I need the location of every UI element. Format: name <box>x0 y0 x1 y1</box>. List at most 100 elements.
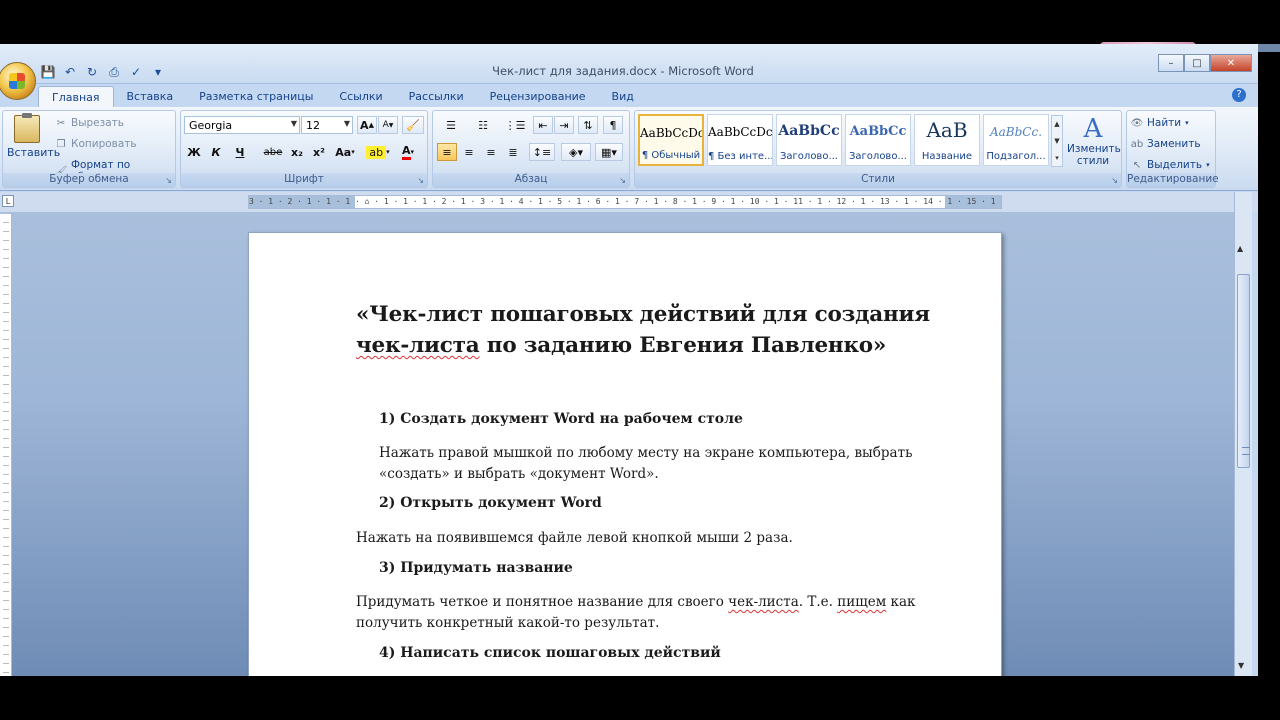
shading-button[interactable]: ◈▾ <box>561 143 591 161</box>
numbering-icon: ☷ <box>478 118 488 132</box>
grow-font-label: A <box>360 118 369 132</box>
scroll-up-icon[interactable]: ▲ <box>1237 244 1243 253</box>
borders-button[interactable]: ▦▾ <box>595 143 623 161</box>
find-button[interactable]: 👁 Найти ▾ <box>1131 117 1189 129</box>
increase-indent-icon: ⇥ <box>559 118 569 132</box>
window-controls: – □ ✕ <box>1158 54 1252 72</box>
scroll-down-icon[interactable]: ▼ <box>1238 661 1244 670</box>
paint-bucket-icon: ◈▾ <box>569 145 583 159</box>
tab-selector-icon[interactable]: L <box>2 195 14 207</box>
tab-references[interactable]: Ссылки <box>326 86 395 108</box>
style-sample: AaBbCc <box>778 123 840 139</box>
align-left-button[interactable]: ≡ <box>437 143 457 161</box>
sort-icon: ⇅ <box>583 118 593 132</box>
strikethrough-button[interactable]: abe <box>261 143 285 161</box>
select-button[interactable]: ↖ Выделить ▾ <box>1131 159 1210 171</box>
help-icon[interactable]: ? <box>1232 88 1246 102</box>
shrink-font-button[interactable]: A ▼ <box>378 116 398 134</box>
style-name: Заголово... <box>780 151 838 162</box>
change-case-button[interactable]: Aa ▾ <box>331 143 359 161</box>
show-marks-button[interactable]: ¶ <box>603 116 623 134</box>
underline-button[interactable]: Ч <box>229 143 251 161</box>
multilevel-list-button[interactable]: ⋮☰ <box>501 116 529 134</box>
title-text: «Чек-лист пошаговых действий для создани… <box>356 302 930 327</box>
bullets-icon: ☰ <box>446 118 456 132</box>
dialog-launcher-icon[interactable]: ↘ <box>619 176 626 185</box>
paste-button[interactable]: Вставить <box>7 113 60 159</box>
clipboard-icon <box>14 113 40 143</box>
step-text: «создать» и выбрать «документ Word». <box>379 466 659 482</box>
find-label: Найти <box>1147 117 1182 129</box>
editing-group: 👁 Найти ▾ ab Заменить ↖ Выделить ▾ Редакти… <box>1126 110 1219 188</box>
style-sample: AaBbCc. <box>989 125 1043 139</box>
vertical-scrollbar[interactable]: ▲ ▼ <box>1234 192 1252 676</box>
line-spacing-button[interactable]: ↕≡ <box>529 143 555 161</box>
style-title[interactable]: AaB Название <box>914 114 980 166</box>
dialog-launcher-icon[interactable]: ↘ <box>417 176 424 185</box>
editing-group-label: Редактирование <box>1127 173 1219 187</box>
tab-home[interactable]: Главная <box>38 86 114 108</box>
tab-insert[interactable]: Вставка <box>114 86 187 108</box>
font-color-button[interactable]: A ▾ <box>394 143 422 161</box>
numbering-button[interactable]: ☷ <box>469 116 497 134</box>
justify-icon: ≣ <box>508 145 518 159</box>
office-button[interactable] <box>0 62 36 100</box>
tab-page-layout[interactable]: Разметка страницы <box>186 86 326 108</box>
copy-button[interactable]: ❐ Копировать <box>55 138 137 150</box>
bullets-button[interactable]: ☰ <box>437 116 465 134</box>
align-right-icon: ≡ <box>486 145 496 159</box>
title-bar: 💾 ↶ ↻ ⎙ ✓ ▾ Чек-лист для задания.docx - … <box>0 44 1258 84</box>
highlighter-icon: ab <box>366 145 387 159</box>
style-heading-2[interactable]: AaBbCc Заголово... <box>845 114 911 166</box>
font-size-combo[interactable]: 12 ▼ <box>301 116 353 134</box>
style-no-spacing[interactable]: AaBbCcDc ¶ Без инте... <box>707 114 773 166</box>
align-right-button[interactable]: ≡ <box>481 143 501 161</box>
style-normal[interactable]: AaBbCcDc ¶ Обычный <box>638 114 704 166</box>
change-styles-button[interactable]: A Изменить стили <box>1067 115 1121 167</box>
binoculars-icon: 👁 <box>1130 117 1144 129</box>
cut-button[interactable]: ✂ Вырезать <box>55 117 124 129</box>
font-group-label: Шрифт <box>181 173 427 187</box>
grow-font-button[interactable]: A ▲ <box>357 116 377 134</box>
highlight-button[interactable]: ab ▾ <box>364 143 392 161</box>
superscript-button[interactable]: x² <box>309 143 329 161</box>
styles-gallery-scroll[interactable]: ▲ ▼ ▾ <box>1051 115 1063 167</box>
scroll-thumb[interactable] <box>1237 274 1250 468</box>
spelling-error-text: пищем <box>837 594 887 610</box>
step-heading: 4) Написать список пошаговых действий <box>379 645 721 661</box>
tab-view[interactable]: Вид <box>599 86 647 108</box>
clipboard-group: Вставить ✂ Вырезать ❐ Копировать 🖌 Форма… <box>2 110 176 188</box>
style-subtitle[interactable]: AaBbCc. Подзагол... <box>983 114 1049 166</box>
justify-button[interactable]: ≣ <box>503 143 523 161</box>
style-name: ¶ Без инте... <box>708 151 772 162</box>
bold-button[interactable]: Ж <box>185 143 203 161</box>
dialog-launcher-icon[interactable]: ↘ <box>165 176 172 185</box>
subscript-button[interactable]: x₂ <box>287 143 307 161</box>
tab-mailings[interactable]: Рассылки <box>396 86 477 108</box>
style-heading-1[interactable]: AaBbCc Заголово... <box>776 114 842 166</box>
clear-formatting-button[interactable]: 🧹 <box>402 116 424 134</box>
increase-indent-button[interactable]: ⇥ <box>554 116 574 134</box>
sort-button[interactable]: ⇅ <box>578 116 598 134</box>
step-heading: 3) Придумать название <box>379 560 573 576</box>
step-text: получить конкретный какой-то результат. <box>356 615 660 631</box>
vertical-ruler[interactable] <box>0 214 12 676</box>
dialog-launcher-icon[interactable]: ↘ <box>1111 176 1118 185</box>
maximize-button[interactable]: □ <box>1184 54 1210 72</box>
chevron-down-icon: ▾ <box>410 148 415 156</box>
minimize-button[interactable]: – <box>1158 54 1184 72</box>
scissors-icon: ✂ <box>56 117 66 129</box>
document-page[interactable]: «Чек-лист пошаговых действий для создани… <box>248 232 1002 676</box>
horizontal-ruler[interactable]: 3 · 1 · 2 · 1 · 1 · 1 · ⌂ · 1 · 1 · 1 · … <box>248 195 1002 209</box>
close-button[interactable]: ✕ <box>1210 54 1252 72</box>
arrow-up-icon: ▲ <box>368 121 374 129</box>
italic-button[interactable]: К <box>207 143 225 161</box>
align-center-button[interactable]: ≡ <box>459 143 479 161</box>
title-text: по заданию Евгения Павленко» <box>479 333 887 358</box>
decrease-indent-button[interactable]: ⇤ <box>533 116 553 134</box>
tab-review[interactable]: Рецензирование <box>477 86 599 108</box>
font-name-combo[interactable]: Georgia ▼ <box>184 116 300 134</box>
style-name: Название <box>921 151 973 162</box>
pilcrow-icon: ¶ <box>609 118 617 132</box>
replace-button[interactable]: ab Заменить <box>1131 138 1201 150</box>
